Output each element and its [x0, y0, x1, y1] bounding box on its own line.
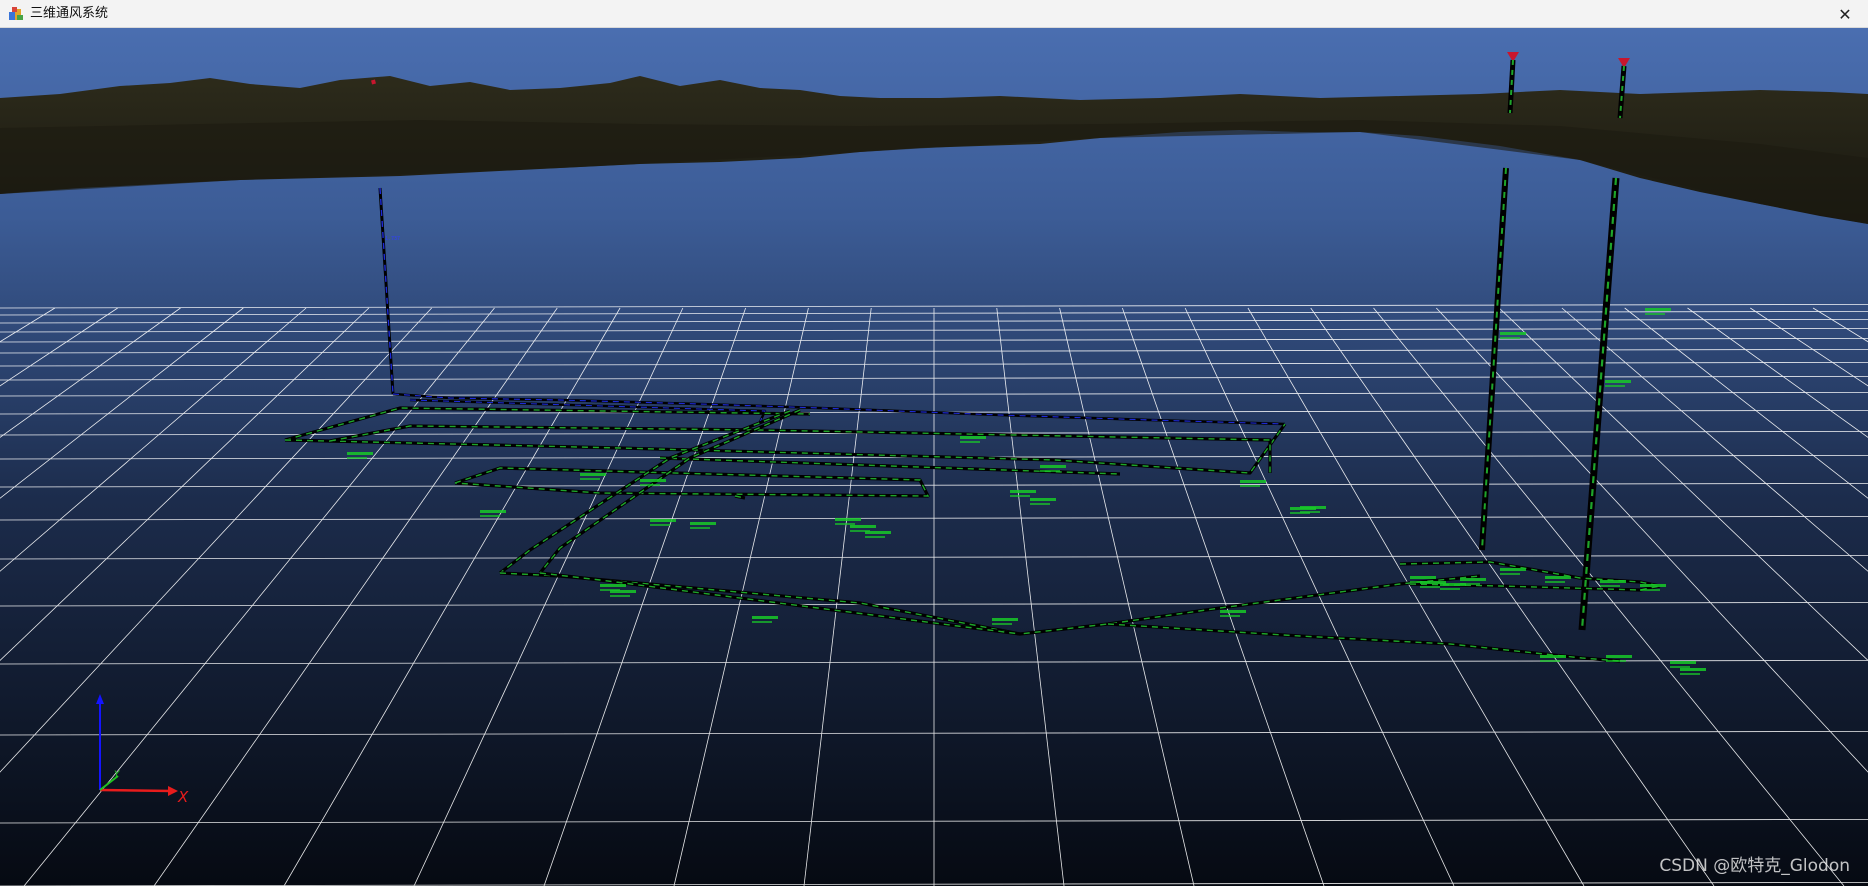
- airflow-label-mark: [610, 590, 636, 593]
- airflow-label-mark: [1460, 578, 1486, 581]
- scene-canvas[interactable]: 1.737 X Y: [0, 28, 1868, 886]
- airflow-label-mark: [1300, 511, 1320, 513]
- airflow-label-mark: [1680, 668, 1706, 671]
- airflow-label-mark: [347, 457, 367, 459]
- close-button[interactable]: ✕: [1822, 0, 1868, 28]
- airflow-label-mark: [1240, 485, 1260, 487]
- airflow-label-mark: [1030, 503, 1050, 505]
- airflow-label-mark: [752, 616, 778, 619]
- airflow-label-mark: [1545, 576, 1571, 579]
- airflow-label-mark: [1606, 660, 1626, 662]
- airflow-label-mark: [865, 531, 891, 534]
- airflow-label-mark: [1420, 586, 1440, 588]
- airflow-label-mark: [1640, 589, 1660, 591]
- airflow-label-mark: [992, 623, 1012, 625]
- airflow-label-mark: [640, 479, 666, 482]
- window-title: 三维通风系统: [30, 6, 109, 21]
- airflow-label-mark: [1640, 584, 1666, 587]
- airflow-label-mark: [1500, 568, 1526, 571]
- airflow-label-mark: [640, 484, 660, 486]
- close-icon: ✕: [1838, 4, 1852, 24]
- airflow-label-mark: [610, 595, 630, 597]
- airflow-label-mark: [580, 473, 606, 476]
- airflow-label-mark: [480, 510, 506, 513]
- airflow-label-mark: [1500, 337, 1520, 339]
- airflow-label-mark: [1670, 666, 1690, 668]
- airflow-label-mark: [1670, 661, 1696, 664]
- shaft-flow-label: 1.737: [385, 236, 400, 242]
- airflow-label-mark: [650, 524, 670, 526]
- airflow-label-mark: [1300, 506, 1326, 509]
- airflow-label-mark: [1440, 588, 1460, 590]
- airflow-label-mark: [1500, 573, 1520, 575]
- airflow-label-mark: [1500, 332, 1526, 335]
- title-bar[interactable]: 三维通风系统 ✕: [0, 0, 1868, 28]
- airflow-label-mark: [1030, 498, 1056, 501]
- x-axis-label: X: [177, 788, 189, 806]
- airflow-label-mark: [1600, 580, 1626, 583]
- watermark: CSDN @欧特克_Glodon: [1659, 856, 1850, 876]
- airflow-label-mark: [1545, 581, 1565, 583]
- airflow-label-mark: [480, 515, 500, 517]
- airflow-label-mark: [992, 618, 1018, 621]
- airflow-label-mark: [1010, 490, 1036, 493]
- airflow-label-mark: [850, 525, 876, 528]
- airflow-label-mark: [580, 478, 600, 480]
- app-icon: [8, 6, 24, 22]
- 3d-viewport[interactable]: 1.737 X Y: [0, 28, 1868, 886]
- airflow-label-mark: [1605, 385, 1625, 387]
- airflow-label-mark: [1645, 313, 1665, 315]
- airflow-label-mark: [1540, 655, 1566, 658]
- app-window: 三维通风系统 ✕ 1.737 X Y CSDN @欧特克_Glodon: [0, 0, 1868, 886]
- airflow-label-mark: [690, 522, 716, 525]
- airflow-label-mark: [752, 621, 772, 623]
- airflow-label-mark: [1540, 660, 1560, 662]
- airflow-label-mark: [960, 441, 980, 443]
- airflow-label-mark: [1606, 655, 1632, 658]
- airflow-label-mark: [1410, 576, 1436, 579]
- airflow-label-mark: [1240, 480, 1266, 483]
- airflow-label-mark: [1040, 465, 1066, 468]
- airflow-label-mark: [1220, 615, 1240, 617]
- airflow-label-mark: [835, 518, 861, 521]
- airflow-label-mark: [650, 519, 676, 522]
- airflow-label-mark: [835, 523, 855, 525]
- airflow-label-mark: [1010, 495, 1030, 497]
- airflow-label-mark: [1600, 585, 1620, 587]
- airflow-label-mark: [1040, 470, 1060, 472]
- airflow-label-mark: [347, 452, 373, 455]
- airflow-label-mark: [1605, 380, 1631, 383]
- airflow-label-mark: [1645, 308, 1671, 311]
- airflow-label-mark: [600, 584, 626, 587]
- airflow-label-mark: [690, 527, 710, 529]
- airflow-label-mark: [865, 536, 885, 538]
- airflow-label-mark: [960, 436, 986, 439]
- airflow-label-mark: [1460, 583, 1480, 585]
- airflow-label-mark: [1680, 673, 1700, 675]
- airflow-label-mark: [1220, 610, 1246, 613]
